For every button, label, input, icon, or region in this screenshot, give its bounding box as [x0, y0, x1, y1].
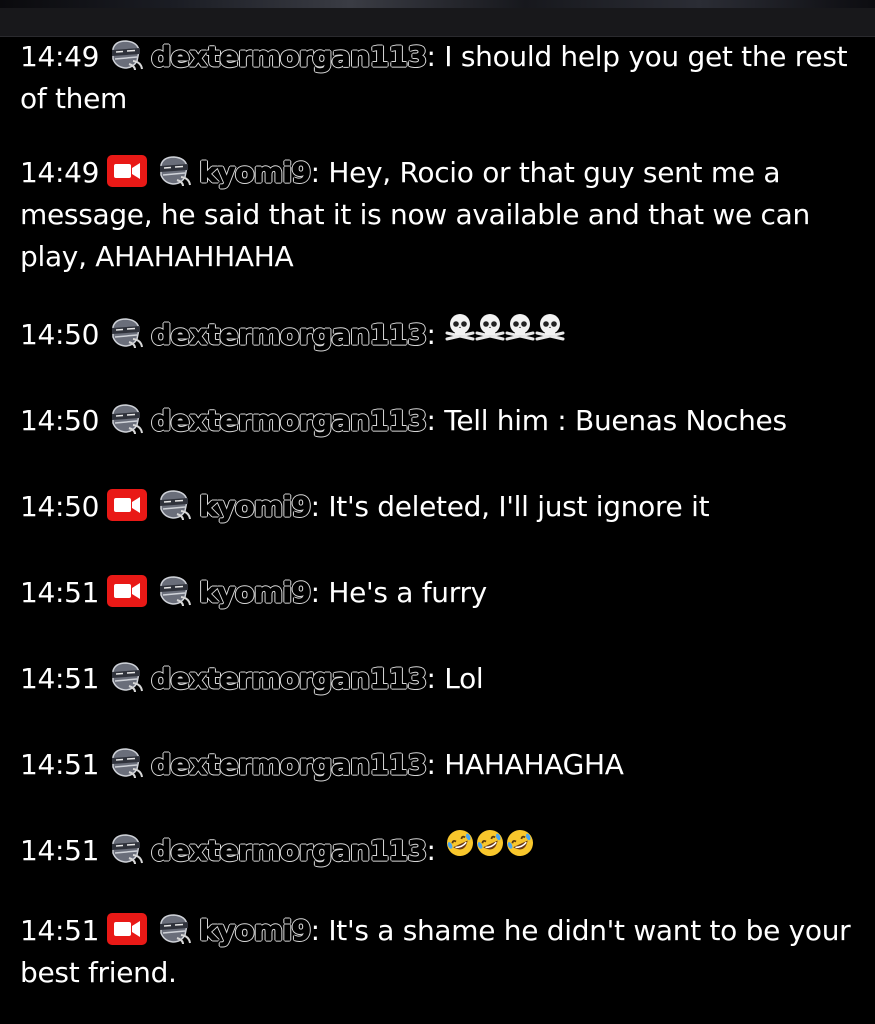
- skull-emoji-icon: [504, 311, 536, 343]
- masked-avatar-icon[interactable]: [155, 489, 193, 521]
- camera-icon[interactable]: [107, 575, 148, 607]
- chat-message: 14:51 dextermorgan113:: [20, 830, 534, 874]
- chat-message: 14:51 dextermorgan113: Lol: [20, 658, 484, 700]
- message-timestamp: 14:49: [20, 40, 100, 73]
- stream-preview-strip: [0, 0, 875, 8]
- message-separator: :: [310, 914, 320, 947]
- rofl-emoji-icon: [444, 827, 476, 859]
- chat-username[interactable]: kyomi9: [199, 914, 312, 948]
- chat-message: 14:50 dextermorgan113: Tell him : Buenas …: [20, 400, 787, 442]
- rofl-emoji-icon: [474, 827, 506, 859]
- message-separator: :: [426, 318, 436, 351]
- camera-icon[interactable]: [107, 913, 148, 945]
- masked-avatar-icon[interactable]: [107, 661, 145, 693]
- masked-avatar-icon[interactable]: [107, 833, 145, 865]
- skull-emoji-icon: [474, 311, 506, 343]
- message-text: [436, 834, 445, 867]
- message-text: Lol: [435, 662, 484, 695]
- message-text: It's deleted, I'll just ignore it: [319, 490, 710, 523]
- message-separator: :: [310, 490, 320, 523]
- skull-emoji-icon: [444, 311, 476, 343]
- skull-emoji-icon: [534, 311, 566, 343]
- chat-message: 14:51 dextermorgan113: HAHAHAGHA: [20, 744, 624, 786]
- chat-message: 14:49 dextermorgan113: I should help you …: [20, 36, 860, 120]
- chat-message: 14:50 dextermorgan113:: [20, 311, 566, 358]
- message-timestamp: 14:51: [20, 914, 100, 947]
- message-timestamp: 14:50: [20, 318, 100, 351]
- message-separator: :: [426, 40, 436, 73]
- rofl-emoji-group: [444, 827, 534, 871]
- message-timestamp: 14:51: [20, 748, 100, 781]
- masked-avatar-icon[interactable]: [107, 317, 145, 349]
- chat-username[interactable]: dextermorgan113: [151, 834, 428, 868]
- camera-icon[interactable]: [107, 155, 148, 187]
- chat-username[interactable]: dextermorgan113: [151, 404, 428, 438]
- camera-icon[interactable]: [107, 489, 148, 521]
- chat-username[interactable]: kyomi9: [199, 576, 312, 610]
- chat-username[interactable]: dextermorgan113: [151, 662, 428, 696]
- chat-username[interactable]: kyomi9: [199, 156, 312, 190]
- message-separator: :: [426, 404, 436, 437]
- chat-username[interactable]: kyomi9: [199, 490, 312, 524]
- message-timestamp: 14:50: [20, 490, 100, 523]
- message-text: He's a furry: [319, 576, 487, 609]
- message-text: [436, 318, 445, 351]
- chat-message: 14:49 kyomi9: Hey, Rocio or that guy sent…: [20, 152, 860, 278]
- message-text: Tell him : Buenas Noches: [435, 404, 787, 437]
- message-separator: :: [310, 156, 320, 189]
- chat-username[interactable]: dextermorgan113: [151, 40, 428, 74]
- masked-avatar-icon[interactable]: [155, 913, 193, 945]
- masked-avatar-icon[interactable]: [107, 747, 145, 779]
- message-text: HAHAHAGHA: [435, 748, 624, 781]
- masked-avatar-icon[interactable]: [155, 575, 193, 607]
- message-separator: :: [426, 834, 436, 867]
- masked-avatar-icon[interactable]: [107, 39, 145, 71]
- chat-username[interactable]: dextermorgan113: [151, 318, 428, 352]
- message-separator: :: [426, 662, 436, 695]
- message-timestamp: 14:51: [20, 576, 100, 609]
- chat-message: 14:51 kyomi9: He's a furry: [20, 572, 487, 614]
- message-separator: :: [310, 576, 320, 609]
- message-separator: :: [426, 748, 436, 781]
- chat-header-bar: [0, 8, 875, 37]
- message-timestamp: 14:51: [20, 834, 100, 867]
- masked-avatar-icon[interactable]: [155, 155, 193, 187]
- masked-avatar-icon[interactable]: [107, 403, 145, 435]
- chat-message: 14:50 kyomi9: It's deleted, I'll just ign…: [20, 486, 710, 528]
- chat-message: 14:51 kyomi9: It's a shame he didn't want…: [20, 910, 860, 994]
- chat-username[interactable]: dextermorgan113: [151, 748, 428, 782]
- skull-emoji-group: [444, 311, 566, 355]
- message-timestamp: 14:51: [20, 662, 100, 695]
- message-timestamp: 14:50: [20, 404, 100, 437]
- message-timestamp: 14:49: [20, 156, 100, 189]
- rofl-emoji-icon: [504, 827, 536, 859]
